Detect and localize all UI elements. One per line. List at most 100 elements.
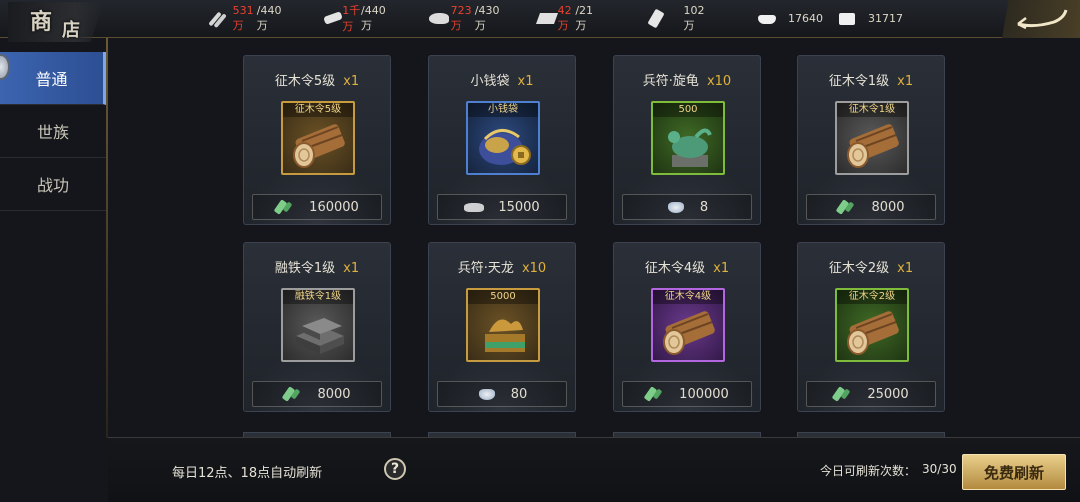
jade-icon	[833, 387, 853, 401]
resource-iron[interactable]: 42万 /21万	[536, 4, 596, 32]
item-price: 8000	[871, 199, 905, 215]
log-icon	[844, 306, 904, 358]
resource-current: 723万	[450, 3, 472, 32]
resource-military-token[interactable]: 102万	[646, 4, 709, 32]
item-name: 征木令4级 x1	[614, 257, 760, 276]
item-icon-box[interactable]: 征木令2级	[835, 288, 909, 362]
item-name-text: 征木令4级	[644, 261, 706, 276]
item-price: 100000	[679, 386, 729, 402]
item-quantity: x10	[706, 74, 732, 89]
moneybag-icon	[475, 119, 535, 171]
item-name: 征木令5级 x1	[244, 70, 390, 89]
item-name: 融铁令1级 x1	[244, 257, 390, 276]
item-name-text: 小钱袋	[470, 74, 510, 89]
tab-label: 世族	[36, 123, 69, 142]
item-quantity: x1	[343, 261, 360, 276]
item-price: 15000	[498, 199, 540, 215]
item-icon-box[interactable]: 融铁令1级	[281, 288, 355, 362]
buy-price-button[interactable]: 25000	[806, 381, 936, 407]
turtle-icon	[660, 119, 720, 171]
back-arrow-icon	[1017, 9, 1068, 30]
shop-item-card[interactable]: 融铁令1级 x1 融铁令1级 8000	[243, 242, 391, 412]
item-name-text: 征木令2级	[828, 261, 890, 276]
resource-current: 31717	[868, 11, 903, 25]
shop-item-card[interactable]: 征木令2级 x1 征木令2级 25000	[797, 242, 945, 412]
shop-item-card[interactable]: 兵符·旋龟 x10 500 8	[613, 55, 761, 225]
item-name: 兵符·天龙 x10	[429, 257, 575, 276]
free-refresh-button[interactable]: 免费刷新	[962, 454, 1066, 490]
buy-price-button[interactable]: 100000	[622, 381, 752, 407]
item-icon-box[interactable]: 小钱袋	[466, 101, 540, 175]
log-icon	[844, 119, 904, 171]
military-token-icon	[646, 9, 664, 27]
jade-icon	[275, 200, 295, 214]
shop-title: 商 店	[8, 2, 104, 42]
resource-wood[interactable]: 1千万 /440万	[322, 4, 385, 34]
resource-current: 531万	[232, 3, 254, 32]
item-price: 25000	[867, 386, 909, 402]
item-icon-box[interactable]: 征木令1级	[835, 101, 909, 175]
buy-price-button[interactable]: 8000	[806, 194, 936, 220]
shop-item-card[interactable]: 征木令1级 x1 征木令1级 8000	[797, 55, 945, 225]
item-name: 小钱袋 x1	[429, 70, 575, 89]
buy-price-button[interactable]: 8000	[252, 381, 382, 407]
resource-cap: /440万	[256, 3, 282, 32]
item-quantity: x1	[897, 261, 914, 276]
item-name: 征木令2级 x1	[798, 257, 944, 276]
item-icon-box[interactable]: 5000	[466, 288, 540, 362]
shop-item-card[interactable]: 小钱袋 x1 小钱袋 15000	[428, 55, 576, 225]
item-name-text: 融铁令1级	[274, 261, 336, 276]
wood-icon	[322, 9, 336, 27]
tab-label: 普通	[35, 70, 68, 89]
resource-grain[interactable]: 531万 /440万	[210, 4, 284, 32]
iron-icon	[536, 9, 552, 27]
dragon-icon	[475, 306, 535, 358]
tab-merit[interactable]: 战功	[0, 158, 106, 211]
item-box-label: 融铁令1级	[283, 290, 353, 304]
item-name: 兵符·旋龟 x10	[614, 70, 760, 89]
resource-current: 42万	[557, 3, 572, 32]
buy-price-button[interactable]: 160000	[252, 194, 382, 220]
log-icon	[290, 119, 350, 171]
resource-cap: /430万	[474, 3, 500, 32]
item-quantity: x1	[897, 74, 914, 89]
shop-item-card[interactable]: 征木令4级 x1 征木令4级 100000	[613, 242, 761, 412]
refresh-count-label: 今日可刷新次数：	[820, 464, 917, 478]
resource-stone[interactable]: 723万 /430万	[428, 4, 502, 32]
shop-item-card[interactable]: 兵符·天龙 x10 5000 80	[428, 242, 576, 412]
back-button[interactable]	[1000, 0, 1080, 38]
category-sidebar: 普通 世族 战功	[0, 52, 106, 212]
item-icon-box[interactable]: 征木令4级	[651, 288, 725, 362]
shop-title-char-1: 商	[30, 9, 53, 35]
iron-icon	[290, 306, 350, 358]
help-button[interactable]: ?	[384, 458, 406, 480]
resource-gold[interactable]: 17640	[756, 8, 823, 28]
gold-ingot-icon	[756, 9, 778, 27]
auto-refresh-note: 每日12点、18点自动刷新	[172, 466, 323, 481]
silver-pile-icon	[464, 200, 485, 214]
item-box-label: 小钱袋	[468, 103, 538, 117]
jade-icon	[645, 387, 665, 401]
tab-normal[interactable]: 普通	[0, 52, 106, 105]
item-price: 8	[699, 199, 709, 215]
item-box-label: 征木令5级	[283, 103, 353, 117]
sidebar-divider	[106, 38, 108, 438]
item-name-text: 征木令5级	[274, 74, 336, 89]
item-icon-box[interactable]: 征木令5级	[281, 101, 355, 175]
stone-icon	[428, 9, 449, 27]
item-name-text: 征木令1级	[828, 74, 890, 89]
buy-price-button[interactable]: 15000	[437, 194, 567, 220]
jade-icon	[283, 387, 303, 401]
item-box-label: 500	[653, 103, 723, 117]
silver-ingot-icon	[836, 9, 858, 27]
bottom-bar: 每日12点、18点自动刷新 ? 今日可刷新次数： 30/30 免费刷新	[108, 437, 1080, 502]
buy-price-button[interactable]: 80	[437, 381, 567, 407]
buy-price-button[interactable]: 8	[622, 194, 752, 220]
tab-clan[interactable]: 世族	[0, 105, 106, 158]
shop-item-card[interactable]: 征木令5级 x1 征木令5级 160000	[243, 55, 391, 225]
resource-silver[interactable]: 31717	[836, 8, 903, 28]
item-quantity: x10	[521, 261, 547, 276]
item-icon-box[interactable]: 500	[651, 101, 725, 175]
resource-current: 17640	[788, 11, 823, 25]
item-price: 160000	[309, 199, 359, 215]
